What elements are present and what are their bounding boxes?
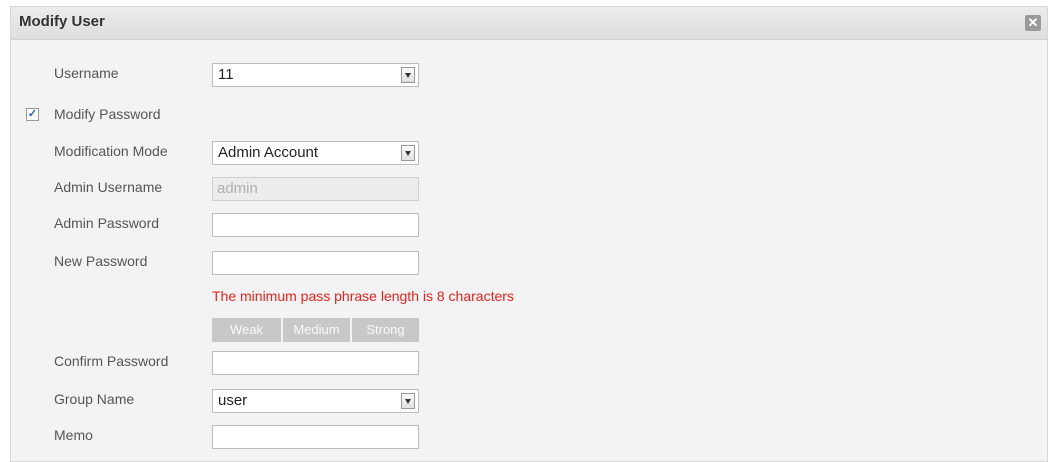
chevron-down-icon[interactable]: [401, 393, 415, 409]
password-length-warning: The minimum pass phrase length is 8 char…: [212, 288, 514, 304]
group-name-select[interactable]: user: [212, 389, 419, 413]
dialog-titlebar: Modify User ✕: [11, 7, 1047, 40]
admin-password-label: Admin Password: [54, 215, 160, 231]
memo-field[interactable]: [212, 425, 419, 449]
confirm-password-label: Confirm Password: [54, 353, 169, 369]
modify-password-checkbox[interactable]: ✓: [26, 108, 39, 121]
strength-weak: Weak: [212, 318, 281, 342]
modification-mode-select[interactable]: Admin Account: [212, 141, 419, 165]
username-label: Username: [54, 65, 119, 81]
chevron-down-icon[interactable]: [401, 145, 415, 161]
password-strength-meter: Weak Medium Strong: [212, 318, 419, 342]
confirm-password-field[interactable]: [212, 351, 419, 375]
strength-medium: Medium: [283, 318, 350, 342]
dialog-title: Modify User: [19, 13, 105, 30]
admin-username-field: admin: [212, 177, 419, 201]
close-icon[interactable]: ✕: [1025, 15, 1041, 31]
new-password-label: New Password: [54, 253, 148, 269]
group-name-label: Group Name: [54, 391, 135, 407]
strength-strong: Strong: [352, 318, 419, 342]
username-select[interactable]: 11: [212, 63, 419, 87]
admin-username-label: Admin Username: [54, 179, 163, 195]
modification-mode-select-value: Admin Account: [218, 144, 319, 161]
memo-label: Memo: [54, 427, 93, 443]
group-name-select-value: user: [218, 392, 248, 409]
chevron-down-icon[interactable]: [401, 67, 415, 83]
new-password-field[interactable]: [212, 251, 419, 275]
modify-user-dialog: Modify User ✕ Username 11 ✓ Modify Passw…: [10, 6, 1048, 462]
username-select-value: 11: [218, 66, 234, 83]
modify-password-label: Modify Password: [54, 106, 161, 122]
admin-password-field[interactable]: [212, 213, 419, 237]
modification-mode-label: Modification Mode: [54, 143, 168, 159]
